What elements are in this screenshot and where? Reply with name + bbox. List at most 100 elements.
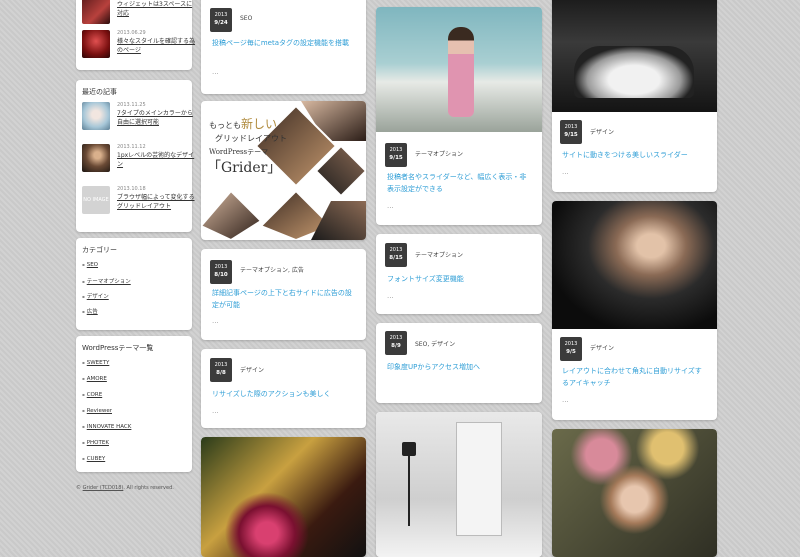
category-link[interactable]: 広告 [82, 307, 98, 315]
sidebar-post[interactable]: 2013.11.12 1pxレベルの芸術的なデザイン [82, 144, 194, 174]
date-monthday: 9/5 [566, 349, 576, 355]
categories-widget: カテゴリー SEO テーマオプション デザイン 広告 [76, 238, 192, 330]
post-date: 2013.06.29 [117, 30, 146, 36]
theme-link[interactable]: AMORE [82, 376, 107, 382]
sofa [574, 46, 694, 98]
read-more[interactable]: ... [212, 407, 219, 415]
banner-line1: もっとも新しい [209, 115, 277, 132]
post-category[interactable]: テーマオプション [415, 149, 463, 158]
post-category[interactable]: テーマオプション, 広告 [240, 265, 304, 274]
eyecatch-image[interactable] [552, 429, 717, 557]
post-category[interactable]: SEO [240, 15, 252, 22]
post-card[interactable]: 2013 9/15 デザイン サイトに動きをつける美しいスライダー ... [552, 0, 717, 192]
post-title[interactable]: 投稿者名やスライダーなど、幅広く表示・非表示設定ができる [387, 171, 532, 195]
copyright: © Grider (TCD018). All rights reserved. [76, 485, 174, 491]
date-monthday: 9/24 [214, 20, 228, 26]
date-year: 2013 [214, 362, 228, 368]
post-title[interactable]: 印象度UPからアクセス増加へ [387, 361, 532, 373]
post-card-image[interactable] [552, 429, 717, 557]
post-card[interactable]: 2013 8/9 SEO, デザイン 印象度UPからアクセス増加へ [376, 323, 542, 403]
grider-banner[interactable]: もっとも新しい グリッドレイアウト WordPressテーマ 「Grider」 [201, 101, 366, 240]
date-year: 2013 [564, 341, 578, 347]
lamp-stand [408, 456, 410, 526]
post-card[interactable]: 2013 9/5 デザイン レイアウトに合わせて角丸に自動リサイズするアイキャッ… [552, 201, 717, 420]
post-title[interactable]: 詳細記事ページの上下と右サイドに広告の設定が可能 [212, 287, 354, 311]
read-more[interactable]: ... [212, 68, 219, 76]
post-category[interactable]: SEO, デザイン [415, 339, 455, 348]
theme-link[interactable]: CUBEY [82, 456, 105, 462]
post-thumbnail[interactable] [82, 0, 110, 24]
sidebar-post-title[interactable]: ブラウザ幅によって変化するグリッドレイアウト [117, 193, 197, 211]
date-badge: 2013 9/24 [210, 8, 232, 32]
post-category[interactable]: デザイン [590, 343, 614, 352]
post-card-image[interactable] [201, 437, 366, 557]
read-more[interactable]: ... [387, 292, 394, 300]
read-more[interactable]: ... [562, 168, 569, 176]
date-year: 2013 [214, 264, 228, 270]
post-card[interactable]: 2013 8/15 テーマオプション フォントサイズ変更機能 ... [376, 234, 542, 314]
eyecatch-image[interactable] [552, 201, 717, 329]
date-year: 2013 [389, 335, 403, 341]
post-title[interactable]: リサイズした際のアクションも美しく [212, 388, 354, 400]
read-more[interactable]: ... [562, 396, 569, 404]
theme-link[interactable]: Reviewer [82, 408, 112, 414]
copyright-link[interactable]: Grider (TCD018) [83, 485, 124, 491]
themes-widget: WordPressテーマ一覧 SWEETY AMORE CORE Reviewe… [76, 336, 192, 472]
eyecatch-image[interactable] [376, 412, 542, 557]
post-card[interactable]: 2013 9/24 SEO 投稿ページ毎にmetaタグの設定機能を搭載 ... [201, 0, 366, 94]
post-thumbnail[interactable] [82, 30, 110, 58]
theme-link[interactable]: SWEETY [82, 360, 110, 366]
date-year: 2013 [389, 147, 403, 153]
date-monthday: 8/8 [216, 370, 226, 376]
post-category[interactable]: デザイン [240, 365, 264, 374]
sidebar-post[interactable]: NO IMAGE 2013.10.18 ブラウザ幅によって変化するグリッドレイア… [82, 186, 195, 216]
sidebar-post[interactable]: 2013.06.29 様々なスタイルを確認する為のページ [82, 30, 195, 60]
post-card-image[interactable] [376, 412, 542, 557]
date-badge: 2013 9/15 [385, 143, 407, 167]
recent-posts-widget: 最近の記事 2013.11.25 7タイプのメインカラーから自由に選択可能 20… [76, 80, 195, 232]
eyecatch-image[interactable] [552, 0, 717, 112]
post-title[interactable]: レイアウトに合わせて角丸に自動リサイズするアイキャッチ [562, 365, 707, 389]
post-title[interactable]: 投稿ページ毎にmetaタグの設定機能を搭載 [212, 37, 354, 49]
post-title[interactable]: フォントサイズ変更機能 [387, 273, 532, 285]
eyecatch-image[interactable] [201, 437, 366, 557]
post-card[interactable]: 2013 9/15 テーマオプション 投稿者名やスライダーなど、幅広く表示・非表… [376, 7, 542, 225]
banner-text-a: もっとも [209, 121, 241, 130]
post-category[interactable]: テーマオプション [415, 250, 463, 259]
theme-link[interactable]: INNOVATE HACK [82, 424, 132, 430]
no-image-thumbnail[interactable]: NO IMAGE [82, 186, 110, 214]
sidebar-post-title[interactable]: 1pxレベルの芸術的なデザイン [117, 151, 197, 169]
post-title[interactable]: サイトに動きをつける美しいスライダー [562, 149, 707, 161]
theme-link[interactable]: PHOTEK [82, 440, 109, 446]
banner-line3: WordPressテーマ [209, 148, 269, 156]
post-category[interactable]: デザイン [590, 127, 614, 136]
sidebar-post[interactable]: ウィジェットは3スペースに対応 [82, 0, 192, 26]
eyecatch-image[interactable] [376, 7, 542, 132]
post-thumbnail[interactable] [82, 102, 110, 130]
read-more[interactable]: ... [212, 317, 219, 325]
sidebar-post-title[interactable]: ウィジェットは3スペースに対応 [117, 0, 197, 18]
sidebar-post-title[interactable]: 様々なスタイルを確認する為のページ [117, 37, 197, 55]
date-badge: 2013 8/8 [210, 358, 232, 382]
date-monthday: 8/9 [391, 343, 401, 349]
sidebar-widget-top: ウィジェットは3スペースに対応 2013.06.29 様々なスタイルを確認する為… [76, 0, 195, 70]
sidebar-post-title[interactable]: 7タイプのメインカラーから自由に選択可能 [117, 109, 197, 127]
category-link[interactable]: SEO [82, 262, 98, 268]
date-year: 2013 [214, 12, 228, 18]
post-date: 2013.11.12 [117, 144, 146, 150]
banner-line2: グリッドレイアウト [215, 134, 287, 143]
theme-link[interactable]: CORE [82, 392, 102, 398]
category-link[interactable]: テーマオプション [82, 277, 131, 285]
date-badge: 2013 8/9 [385, 331, 407, 355]
date-monthday: 8/15 [389, 255, 403, 261]
post-date: 2013.11.25 [117, 102, 146, 108]
post-card[interactable]: 2013 8/8 デザイン リサイズした際のアクションも美しく ... [201, 349, 366, 428]
read-more[interactable]: ... [387, 202, 394, 210]
post-card[interactable]: 2013 8/10 テーマオプション, 広告 詳細記事ページの上下と右サイドに広… [201, 249, 366, 340]
sidebar-post[interactable]: 2013.11.25 7タイプのメインカラーから自由に選択可能 [82, 102, 193, 132]
widget-title: WordPressテーマ一覧 [82, 344, 154, 352]
category-link[interactable]: デザイン [82, 292, 109, 300]
post-date: 2013.10.18 [117, 186, 146, 192]
post-thumbnail[interactable] [82, 144, 110, 172]
date-monthday: 8/10 [214, 272, 228, 278]
